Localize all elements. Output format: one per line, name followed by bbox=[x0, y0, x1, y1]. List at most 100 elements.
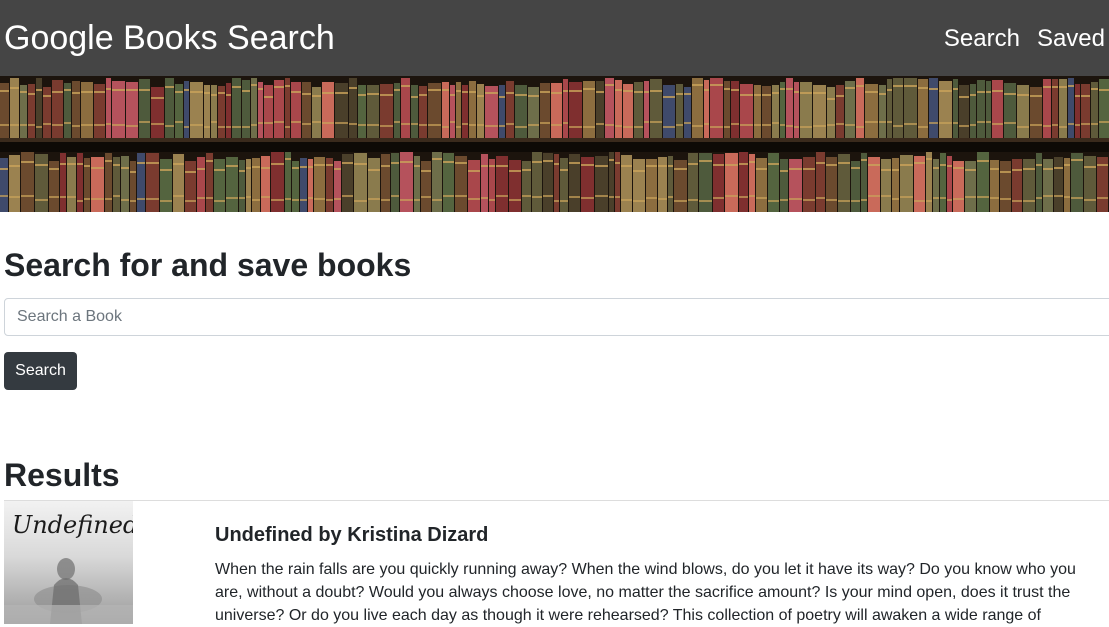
shelf-decoration bbox=[986, 91, 991, 93]
shelf-decoration bbox=[1054, 157, 1063, 212]
nav-link-search[interactable]: Search bbox=[944, 24, 1020, 54]
shelf-decoration bbox=[904, 123, 917, 125]
book-search-input[interactable] bbox=[4, 298, 1109, 336]
shelf-decoration bbox=[72, 125, 80, 127]
shelf-decoration bbox=[813, 125, 826, 127]
shelf-decoration bbox=[455, 156, 467, 212]
shelf-decoration bbox=[421, 170, 431, 172]
shelf-decoration bbox=[965, 196, 976, 198]
shelf-decoration bbox=[692, 84, 703, 86]
shelf-decoration bbox=[326, 164, 333, 166]
shelf-decoration bbox=[185, 171, 196, 173]
shelf-decoration bbox=[1084, 156, 1096, 212]
shelf-decoration bbox=[940, 153, 946, 212]
shelf-decoration bbox=[506, 92, 514, 94]
shelf-decoration bbox=[725, 195, 738, 197]
search-button[interactable]: Search bbox=[4, 352, 77, 390]
shelf-decoration bbox=[60, 196, 66, 198]
shelf-decoration bbox=[879, 85, 886, 138]
shelf-decoration bbox=[242, 90, 250, 92]
shelf-decoration bbox=[421, 161, 431, 212]
shelf-decoration bbox=[60, 153, 66, 212]
shelf-decoration bbox=[615, 80, 622, 138]
shelf-decoration bbox=[485, 125, 498, 127]
shelf-decoration bbox=[623, 126, 633, 128]
shelf-decoration bbox=[595, 195, 608, 197]
shelf-decoration bbox=[933, 167, 939, 169]
shelf-decoration bbox=[9, 165, 20, 167]
shelf-decoration bbox=[914, 162, 925, 164]
shelf-decoration bbox=[455, 162, 467, 164]
shelf-decoration bbox=[803, 168, 815, 170]
shelf-decoration bbox=[211, 94, 217, 96]
shelf-decoration bbox=[633, 170, 645, 172]
shelf-decoration bbox=[285, 126, 290, 128]
shelf-decoration bbox=[560, 200, 568, 202]
shelf-decoration bbox=[892, 198, 899, 200]
shelf-decoration bbox=[146, 198, 159, 200]
shelf-decoration bbox=[699, 200, 712, 202]
book-title-author[interactable]: Undefined by Kristina Dizard bbox=[215, 522, 488, 548]
shelf-decoration bbox=[990, 160, 999, 212]
shelf-decoration bbox=[929, 88, 938, 90]
shelf-decoration bbox=[1052, 86, 1058, 88]
shelf-decoration bbox=[1043, 125, 1051, 127]
book-cover-title: Undefined bbox=[12, 511, 133, 539]
shelf-decoration bbox=[754, 85, 761, 138]
shelf-decoration bbox=[481, 197, 488, 199]
shelf-decoration bbox=[540, 122, 550, 124]
shelf-decoration bbox=[204, 126, 210, 128]
shelf-decoration bbox=[663, 96, 675, 98]
shelf-decoration bbox=[252, 199, 260, 201]
shelf-decoration bbox=[725, 153, 738, 212]
shelf-decoration bbox=[381, 165, 390, 167]
shelf-decoration bbox=[1054, 167, 1063, 169]
brand-title[interactable]: Google Books Search bbox=[4, 18, 335, 58]
shelf-decoration bbox=[515, 85, 527, 138]
shelf-decoration bbox=[560, 169, 568, 171]
shelf-decoration bbox=[400, 199, 413, 201]
shelf-decoration bbox=[900, 196, 913, 198]
shelf-decoration bbox=[0, 124, 9, 126]
shelf-decoration bbox=[292, 167, 299, 169]
shelf-decoration bbox=[380, 94, 393, 96]
shelf-decoration bbox=[206, 197, 213, 199]
shelf-decoration bbox=[105, 160, 112, 162]
shelf-decoration bbox=[419, 86, 427, 138]
shelf-decoration bbox=[1097, 197, 1108, 199]
shelf-decoration bbox=[940, 164, 946, 166]
shelf-decoration bbox=[261, 167, 270, 169]
shelf-decoration bbox=[400, 161, 413, 163]
shelf-decoration bbox=[197, 157, 205, 212]
nav-link-saved[interactable]: Saved bbox=[1037, 24, 1105, 54]
shelf-decoration bbox=[609, 159, 614, 161]
shelf-decoration bbox=[926, 200, 932, 202]
shelf-decoration bbox=[990, 168, 999, 170]
shelf-decoration bbox=[358, 124, 366, 126]
shelf-decoration bbox=[856, 126, 864, 128]
shelf-decoration bbox=[953, 88, 958, 90]
shelf-decoration bbox=[28, 124, 35, 126]
shelf-decoration bbox=[0, 142, 1109, 152]
shelf-decoration bbox=[91, 167, 104, 169]
shelf-decoration bbox=[165, 125, 174, 127]
shelf-decoration bbox=[232, 126, 241, 128]
shelf-decoration bbox=[621, 199, 632, 201]
shelf-decoration bbox=[623, 84, 633, 138]
shelf-decoration bbox=[414, 199, 420, 201]
shelf-decoration bbox=[462, 91, 468, 93]
shelf-decoration bbox=[953, 122, 958, 124]
shelf-decoration bbox=[947, 199, 952, 201]
shelf-decoration bbox=[419, 124, 427, 126]
shelf-decoration bbox=[84, 165, 90, 167]
shelf-decoration bbox=[1099, 79, 1109, 138]
shelf-decoration bbox=[749, 195, 755, 197]
shelf-decoration bbox=[605, 124, 614, 126]
shelf-decoration bbox=[965, 161, 976, 212]
shelf-decoration bbox=[688, 199, 698, 201]
shelf-decoration bbox=[35, 154, 48, 212]
shelf-decoration bbox=[563, 79, 568, 138]
shelf-decoration bbox=[1084, 199, 1096, 201]
shelf-decoration bbox=[893, 125, 903, 127]
shelf-decoration bbox=[900, 155, 913, 212]
